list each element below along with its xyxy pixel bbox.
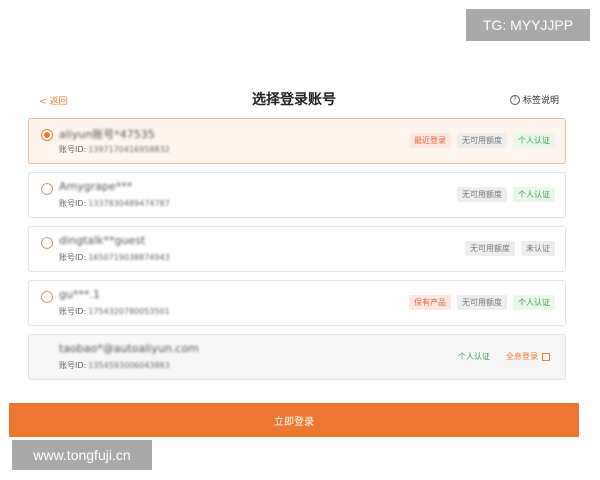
account-tags: 无可用额度 未认证 <box>465 241 555 256</box>
full-login-label: 全息登录 <box>506 352 538 361</box>
watermark-top: TG: MYYJJPP <box>466 9 590 41</box>
full-login-link[interactable]: 全息登录 <box>501 349 555 364</box>
watermark-bottom: www.tongfuji.cn <box>12 440 152 470</box>
account-tags: 无可用额度 个人认证 <box>457 187 555 202</box>
account-row[interactable]: dingtalk**guest 账号ID: 1650719038874943 无可… <box>28 226 566 272</box>
tag-no-credit: 无可用额度 <box>465 241 515 256</box>
tag-unverified: 未认证 <box>521 241 555 256</box>
tag-no-credit: 无可用额度 <box>457 133 507 148</box>
account-row: taobao*@autoaliyun.com 账号ID: 135459300604… <box>28 334 566 380</box>
account-id-label: 账号ID: <box>59 253 87 262</box>
account-name: dingtalk**guest <box>59 234 146 247</box>
account-id-label: 账号ID: <box>59 145 87 154</box>
tag-recent-login: 最近登录 <box>409 133 451 148</box>
account-id-value: 1337830489474787 <box>88 199 170 208</box>
account-tags: 个人认证 全息登录 <box>453 349 555 364</box>
account-list: aliyun账号*47535 账号ID: 1397170416958832 最近登… <box>28 118 566 388</box>
account-id-label: 账号ID: <box>59 199 87 208</box>
account-id-line: 账号ID: 1754320780053501 <box>59 306 170 317</box>
tag-help-label: 标签说明 <box>522 96 559 106</box>
account-tags: 保有产品 无可用额度 个人认证 <box>409 295 555 310</box>
account-row[interactable]: gu***.1 账号ID: 1754320780053501 保有产品 无可用额度… <box>28 280 566 326</box>
account-name: gu***.1 <box>59 288 100 301</box>
tag-personal-verified: 个人认证 <box>513 187 555 202</box>
login-button[interactable]: 立即登录 <box>9 403 579 437</box>
account-id-label: 账号ID: <box>59 307 87 316</box>
account-select-panel: < 返回 选择登录账号 ? 标签说明 aliyun账号*47535 账号ID: 1… <box>9 58 579 436</box>
account-id-line: 账号ID: 1354593006043883 <box>59 360 170 371</box>
help-circle-icon: ? <box>509 94 520 105</box>
account-radio[interactable] <box>41 237 53 249</box>
account-id-value: 1754320780053501 <box>88 307 170 316</box>
tag-personal-verified: 个人认证 <box>458 352 490 361</box>
account-radio[interactable] <box>41 183 53 195</box>
account-id-line: 账号ID: 1650719038874943 <box>59 252 170 263</box>
account-tags: 最近登录 无可用额度 个人认证 <box>409 133 555 148</box>
account-id-line: 账号ID: 1397170416958832 <box>59 144 170 155</box>
tag-no-credit: 无可用额度 <box>457 187 507 202</box>
account-name: aliyun账号*47535 <box>59 128 155 141</box>
tag-personal-verified: 个人认证 <box>513 295 555 310</box>
account-radio[interactable] <box>41 129 53 141</box>
account-id-value: 1397170416958832 <box>88 145 170 154</box>
external-link-icon <box>542 352 550 361</box>
tag-no-credit: 无可用额度 <box>457 295 507 310</box>
account-id-value: 1354593006043883 <box>88 361 170 370</box>
account-row[interactable]: Amygrape*** 账号ID: 1337830489474787 无可用额度 … <box>28 172 566 218</box>
tag-help-link[interactable]: ? 标签说明 <box>509 93 559 106</box>
account-id-line: 账号ID: 1337830489474787 <box>59 198 170 209</box>
account-row[interactable]: aliyun账号*47535 账号ID: 1397170416958832 最近登… <box>28 118 566 164</box>
account-id-value: 1650719038874943 <box>88 253 170 262</box>
account-name: Amygrape*** <box>59 180 133 193</box>
account-id-label: 账号ID: <box>59 361 87 370</box>
account-radio[interactable] <box>41 291 53 303</box>
page-title: 选择登录账号 <box>252 92 336 108</box>
tag-has-products: 保有产品 <box>409 295 451 310</box>
tag-personal-verified: 个人认证 <box>513 133 555 148</box>
account-name: taobao*@autoaliyun.com <box>59 342 199 355</box>
